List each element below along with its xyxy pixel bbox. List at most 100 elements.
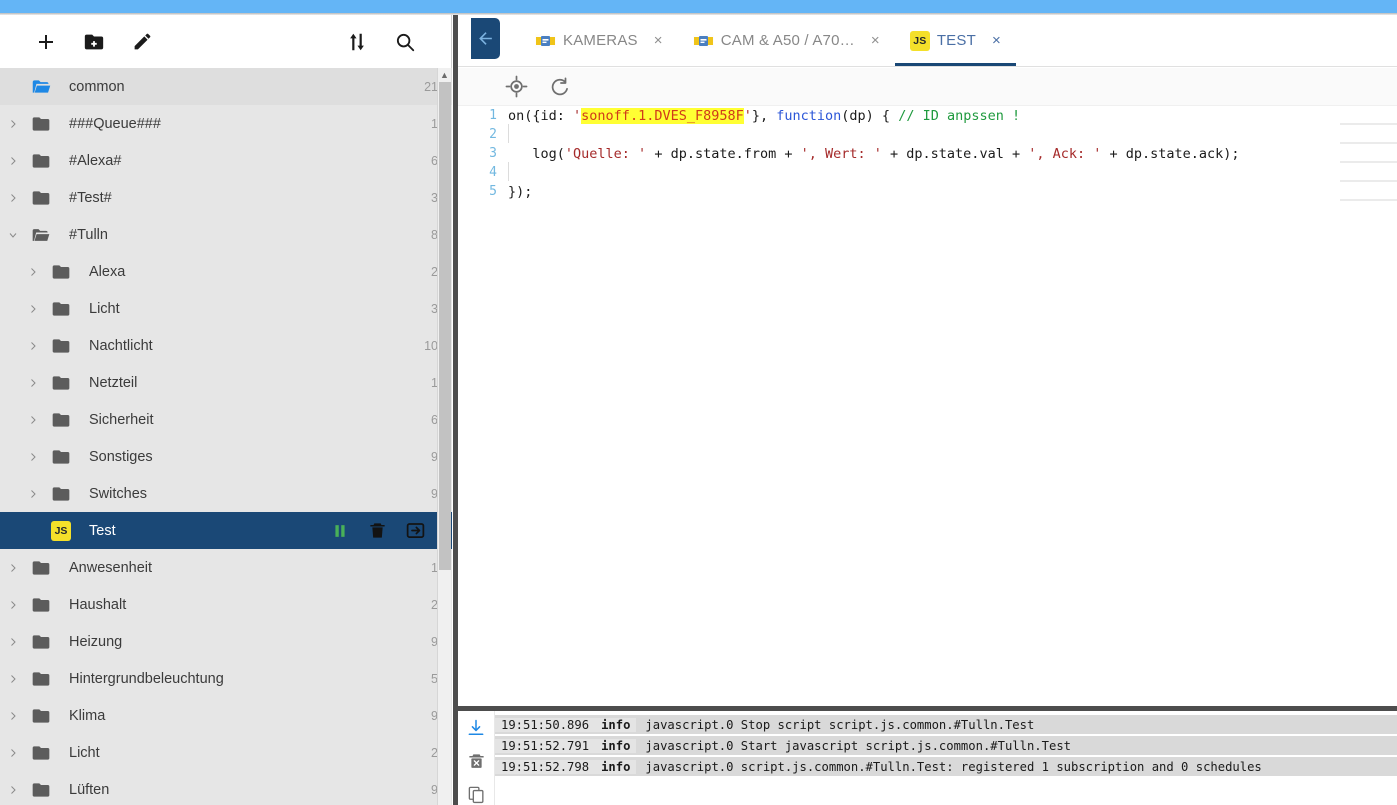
copy-log-icon[interactable] [464, 785, 488, 805]
tab-cam-a50-a70[interactable]: CAM & A50 / A70… × [678, 15, 895, 66]
chevron-right-icon[interactable] [0, 747, 26, 759]
chevron-right-icon[interactable] [0, 599, 26, 611]
tree-item-label: Lüften [69, 781, 110, 798]
tree-row[interactable]: Sicherheit 6 [0, 401, 452, 438]
code-line[interactable]: 1 on({id: 'sonoff.1.DVES_F8958F'}, functi… [458, 106, 1397, 125]
indent-guide [508, 162, 509, 181]
code-line[interactable]: 3 log('Quelle: ' + dp.state.from + ', We… [458, 144, 1397, 163]
tree-row[interactable]: Netzteil 1 [0, 364, 452, 401]
chevron-right-icon[interactable] [0, 155, 26, 167]
tree-row[interactable]: Hintergrundbeleuchtung 5 [0, 660, 452, 697]
pause-script-button[interactable] [330, 521, 350, 541]
tree-row[interactable]: Licht 2 [0, 734, 452, 771]
folder-closed-icon [46, 447, 76, 467]
log-severity: info [595, 738, 637, 753]
tree-row[interactable]: Alexa 2 [0, 253, 452, 290]
code-line[interactable]: 4 [458, 162, 1397, 182]
tree-row[interactable]: #Test# 3 [0, 179, 452, 216]
folder-closed-icon [26, 151, 56, 171]
code-token-kw: function [776, 107, 842, 124]
tree-row[interactable]: Heizung 9 [0, 623, 452, 660]
search-button[interactable] [381, 18, 429, 66]
tree-scrollbar-thumb[interactable] [439, 82, 451, 570]
code-line[interactable]: 2 [458, 124, 1397, 144]
code-line-text[interactable]: }); [508, 184, 532, 200]
chevron-right-icon[interactable] [20, 414, 46, 426]
code-line-text[interactable]: on({id: 'sonoff.1.DVES_F8958F'}, functio… [508, 107, 1020, 124]
tab-close-icon[interactable]: × [871, 32, 880, 49]
tree-row[interactable]: Anwesenheit 1 [0, 549, 452, 586]
folder-closed-icon [26, 114, 56, 134]
chevron-right-icon[interactable] [0, 562, 26, 574]
tree-item-count: 1 [431, 375, 438, 390]
tree-row[interactable]: Haushalt 2 [0, 586, 452, 623]
chevron-right-icon[interactable] [0, 118, 26, 130]
delete-script-button[interactable] [368, 521, 387, 540]
chevron-right-icon[interactable] [20, 266, 46, 278]
tree-row[interactable]: Klima 9 [0, 697, 452, 734]
tree-scrollbar[interactable]: ▲ [437, 68, 451, 805]
log-entry[interactable]: 19:51:50.896 info javascript.0 Stop script… [495, 715, 1397, 734]
log-entry[interactable]: 19:51:52.798 info javascript.0 script.js.c… [495, 757, 1397, 776]
chevron-right-icon[interactable] [0, 192, 26, 204]
tab-test[interactable]: JS TEST × [894, 15, 1017, 66]
tree-row-selected[interactable]: JS Test [0, 512, 452, 549]
tab-close-icon[interactable]: × [992, 32, 1001, 49]
code-line-text[interactable] [508, 162, 509, 182]
chevron-right-icon[interactable] [20, 377, 46, 389]
tree-row[interactable]: #Tulln 8 [0, 216, 452, 253]
folder-closed-icon [26, 595, 56, 615]
folder-closed-icon [46, 299, 76, 319]
add-script-button[interactable] [22, 18, 70, 66]
tree-row[interactable]: Switches 9 [0, 475, 452, 512]
tab-label: TEST [936, 32, 976, 49]
locate-icon[interactable] [503, 74, 529, 100]
code-line-text[interactable] [508, 124, 509, 144]
rename-button[interactable] [118, 18, 166, 66]
chevron-right-icon[interactable] [0, 673, 26, 685]
chevron-right-icon[interactable] [20, 340, 46, 352]
code-line[interactable]: 5}); [458, 182, 1397, 201]
tree-item-label: ###Queue### [69, 115, 161, 132]
back-button[interactable] [471, 18, 500, 59]
expand-collapse-button[interactable] [333, 18, 381, 66]
code-line-text[interactable]: log('Quelle: ' + dp.state.from + ', Wert… [508, 145, 1239, 162]
line-separator [1340, 199, 1397, 201]
clear-log-icon[interactable] [464, 751, 488, 771]
log-entry[interactable]: 19:51:52.791 info javascript.0 Start javas… [495, 736, 1397, 755]
tree-item-count: 3 [431, 190, 438, 205]
folder-closed-icon [26, 743, 56, 763]
chevron-right-icon[interactable] [0, 636, 26, 648]
folder-closed-icon [26, 669, 56, 689]
add-folder-button[interactable] [70, 18, 118, 66]
code-body[interactable]: 1 on({id: 'sonoff.1.DVES_F8958F'}, functi… [458, 106, 1397, 201]
code-editor[interactable]: 1 on({id: 'sonoff.1.DVES_F8958F'}, functi… [458, 106, 1397, 706]
reload-icon[interactable] [547, 74, 573, 100]
chevron-right-icon[interactable] [20, 488, 46, 500]
script-tree[interactable]: common 21 ###Queue### 1 #Alexa# 6 #Test# 3 #Tu… [0, 68, 452, 805]
tab-close-icon[interactable]: × [654, 32, 663, 49]
folder-closed-icon [46, 410, 76, 430]
tree-toolbar [0, 15, 451, 68]
chevron-down-icon[interactable] [0, 229, 26, 241]
tree-row[interactable]: Licht 3 [0, 290, 452, 327]
chevron-right-icon[interactable] [0, 710, 26, 722]
tree-row[interactable]: ###Queue### 1 [0, 105, 452, 142]
scroll-up-icon[interactable]: ▲ [438, 68, 451, 82]
chevron-right-icon[interactable] [0, 784, 26, 796]
tree-item-count: 5 [431, 671, 438, 686]
code-token-plain: log( [508, 145, 565, 162]
tree-row[interactable]: Nachtlicht 10 [0, 327, 452, 364]
chevron-right-icon[interactable] [20, 451, 46, 463]
download-log-icon[interactable] [464, 718, 488, 738]
log-entries[interactable]: 19:51:50.896 info javascript.0 Stop script… [495, 711, 1397, 805]
folder-closed-icon [26, 188, 56, 208]
tree-row-root[interactable]: common 21 [0, 68, 452, 105]
tree-row[interactable]: #Alexa# 6 [0, 142, 452, 179]
blockly-icon [535, 33, 556, 48]
tab-kameras[interactable]: KAMERAS × [520, 15, 678, 66]
export-script-button[interactable] [405, 520, 426, 541]
tree-row[interactable]: Lüften 9 [0, 771, 452, 805]
chevron-right-icon[interactable] [20, 303, 46, 315]
tree-row[interactable]: Sonstiges 9 [0, 438, 452, 475]
